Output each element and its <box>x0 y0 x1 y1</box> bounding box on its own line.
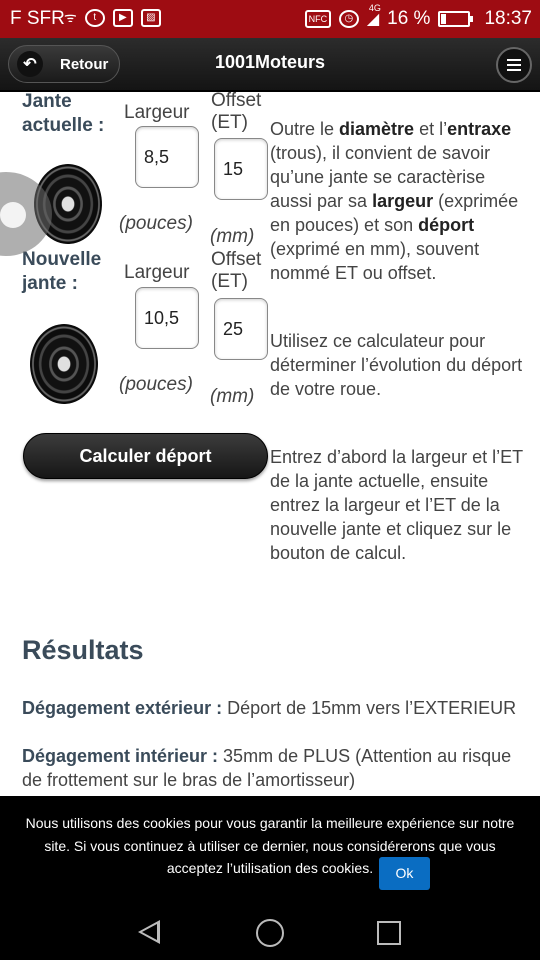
result-outer-clearance: Dégagement extérieur : Déport de 15mm ve… <box>22 698 517 718</box>
nfc-icon: NFC <box>304 10 331 28</box>
new-width-input[interactable] <box>135 287 199 349</box>
current-width-header: Largeur <box>124 102 190 123</box>
current-offset-unit: (mm) <box>210 226 255 247</box>
result-inner-clearance: Dégagement intérieur : 35mm de PLUS (Att… <box>22 746 512 790</box>
tumblr-icon: t <box>84 8 105 27</box>
navigation-bar <box>0 900 540 960</box>
calculate-offset-button[interactable]: Calculer déport <box>23 433 268 479</box>
wifi-icon: ᯤ <box>64 9 77 25</box>
signal-icon: ◢ 4G <box>366 3 381 28</box>
battery-icon <box>438 11 474 27</box>
cookie-text: Nous utilisons des cookies pour vous gar… <box>25 815 515 876</box>
current-width-unit: (pouces) <box>119 213 193 234</box>
nav-home-icon[interactable] <box>256 919 284 947</box>
app-title: 1001Moteurs <box>214 52 326 72</box>
nav-back-icon[interactable] <box>138 920 160 944</box>
cookie-ok-button[interactable]: Ok <box>379 857 430 890</box>
current-width-input[interactable] <box>135 126 199 188</box>
youtube-icon: ▶ <box>112 8 133 27</box>
image-icon: ▨ <box>140 8 161 27</box>
new-rim-label: Nouvelle jante : <box>22 249 102 294</box>
clock: 18:37 <box>484 8 532 29</box>
current-offset-header: Offset (ET) <box>211 92 262 133</box>
current-rim-label: Jante actuelle : <box>22 92 105 136</box>
new-offset-unit: (mm) <box>210 386 255 407</box>
hamburger-menu-icon[interactable] <box>496 47 532 83</box>
new-wheel-image <box>22 315 106 413</box>
new-width-unit: (pouces) <box>119 374 193 395</box>
new-offset-input[interactable] <box>214 298 268 360</box>
cookie-banner: Nous utilisons des cookies pour vous gar… <box>0 796 540 900</box>
help-paragraph-dimensions: Outre le diamètre et l’entraxe (trous), … <box>270 119 519 283</box>
new-width-header: Largeur <box>124 262 190 283</box>
new-offset-header: Offset (ET) <box>211 249 262 292</box>
help-paragraph-instructions: Entrez d’abord la largeur et l’ET de la … <box>270 447 523 563</box>
battery-fill <box>441 14 446 24</box>
alarm-icon: ◷ <box>338 10 359 28</box>
battery-percent: 16 % <box>387 8 431 29</box>
results-title: Résultats <box>22 635 144 665</box>
help-paragraph-usage: Utilisez ce calculateur pour déterminer … <box>270 331 523 399</box>
calculator-content: Jante actuelle : Largeur Offset (ET) (po… <box>0 92 540 796</box>
current-offset-input[interactable] <box>214 138 268 200</box>
nav-recents-icon[interactable] <box>377 921 401 945</box>
app-header: ↶ Retour 1001Moteurs <box>0 38 540 92</box>
carrier-name: F SFR <box>10 8 65 29</box>
status-bar: F SFR ᯤ t ▶ ▨ NFC ◷ ◢ 4G 16 % 18:37 <box>0 0 540 38</box>
network-type: 4G <box>368 3 381 13</box>
